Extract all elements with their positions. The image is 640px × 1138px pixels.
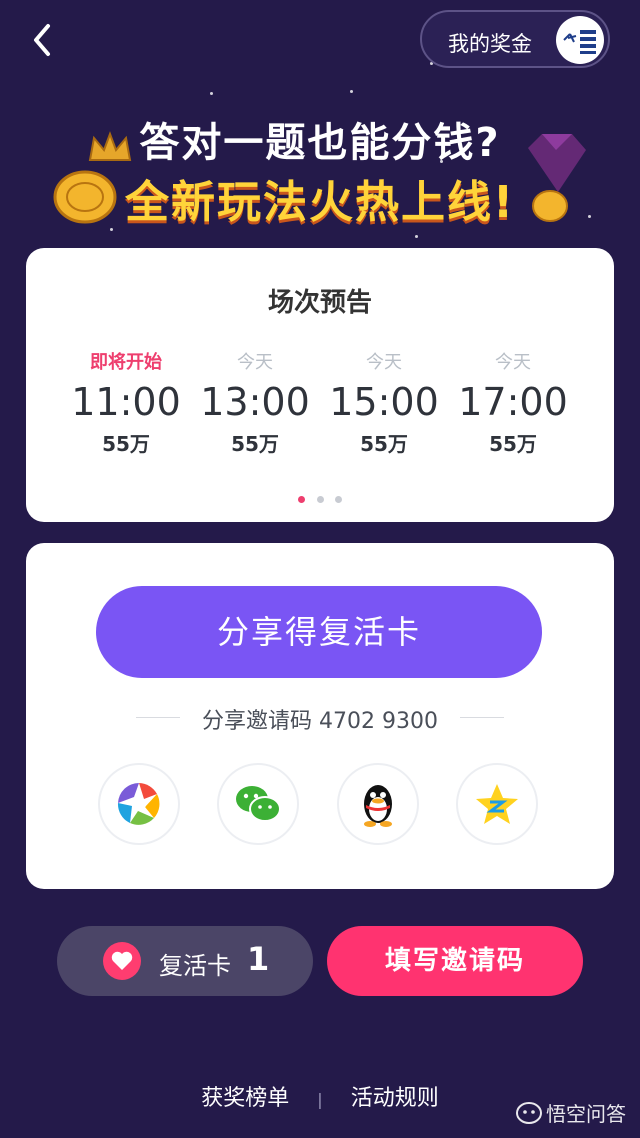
share-for-revive-card-button[interactable]: 分享得复活卡 [96, 586, 542, 678]
moments-camera-icon [117, 783, 160, 825]
slot-prize: 55万 [231, 432, 279, 456]
schedule-title: 场次预告 [267, 288, 372, 318]
pager-dot [334, 496, 342, 503]
slot-status: 今天 [366, 352, 402, 373]
pager-dot-active [298, 496, 306, 503]
revive-card-counter[interactable]: 复活卡 1 [57, 926, 313, 996]
wechat-icon [236, 786, 281, 822]
slot-time: 11:00 [71, 380, 181, 424]
star-decoration [415, 235, 418, 238]
slot-status: 今天 [495, 352, 531, 373]
wukong-logo-icon [516, 1101, 542, 1124]
star-decoration [350, 90, 353, 93]
slot-prize: 55万 [489, 432, 537, 456]
heart-icon [111, 951, 133, 970]
schedule-slot[interactable]: 今天 17:00 55万 [443, 348, 583, 457]
slot-status: 今天 [237, 352, 273, 373]
star-decoration [210, 92, 213, 95]
slot-time: 15:00 [329, 380, 439, 424]
share-card: 分享得复活卡 分享邀请码 4702 9300 [26, 543, 614, 889]
slot-prize: 55万 [360, 432, 408, 456]
qq-penguin-icon [364, 785, 392, 827]
divider-line [460, 717, 504, 718]
heart-badge [103, 942, 141, 980]
pager-dots [26, 488, 614, 507]
banner-headline: 答对一题也能分钱? [139, 120, 501, 166]
schedule-slot[interactable]: 今天 15:00 55万 [314, 348, 454, 457]
chevron-left-icon [34, 24, 50, 56]
schedule-slot[interactable]: 即将开始 11:00 55万 [56, 348, 196, 457]
enter-invite-code-button[interactable]: 填写邀请码 [327, 926, 583, 996]
slot-prize: 55万 [102, 432, 150, 456]
watermark: 悟空问答 [516, 1098, 626, 1127]
watermark-text: 悟空问答 [546, 1102, 626, 1126]
qzone-star-icon [476, 784, 518, 824]
share-qq-button[interactable] [337, 763, 419, 845]
invite-code-text: 分享邀请码 4702 9300 [202, 709, 438, 734]
schedule-card: 场次预告 即将开始 11:00 55万 今天 13:00 55万 今天 15:0… [26, 248, 614, 522]
banner-subheadline: 全新玩法火热上线! [124, 177, 516, 228]
slot-time: 13:00 [200, 380, 310, 424]
back-button[interactable] [24, 20, 64, 60]
schedule-slot[interactable]: 今天 13:00 55万 [185, 348, 325, 457]
my-bonus-label: 我的奖金 [448, 32, 532, 56]
avatar [556, 16, 604, 64]
rules-link[interactable]: 活动规则 [351, 1086, 439, 1111]
footer-separator: | [317, 1090, 323, 1109]
revive-card-count: 1 [247, 940, 270, 978]
pager-dot [316, 496, 324, 503]
slot-status: 即将开始 [90, 352, 162, 373]
share-qzone-button[interactable] [456, 763, 538, 845]
revive-card-label: 复活卡 [159, 952, 231, 980]
share-moments-button[interactable] [98, 763, 180, 845]
my-bonus-button[interactable]: 我的奖金 [420, 10, 610, 68]
slot-time: 17:00 [458, 380, 568, 424]
leaderboard-link[interactable]: 获奖榜单 [201, 1086, 289, 1111]
share-wechat-button[interactable] [217, 763, 299, 845]
avatar-logo-icon [563, 30, 596, 54]
